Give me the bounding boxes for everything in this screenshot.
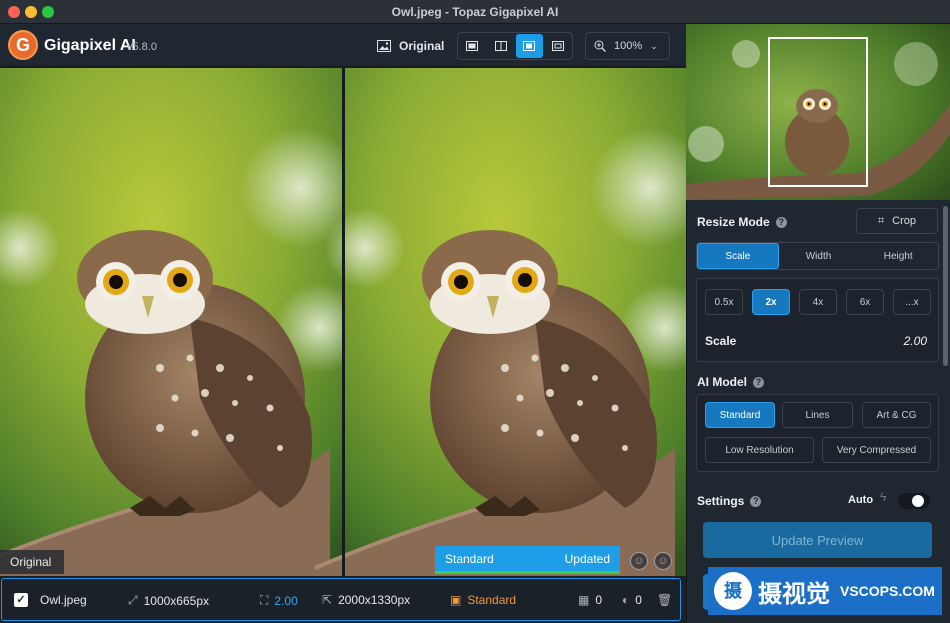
file-list-row[interactable]: ✓ Owl.jpeg ⤢ 1000x665px ⛶ 2.00 ⇱ 2000x13… (1, 578, 681, 621)
model-cell: ▣ Standard (450, 593, 516, 607)
help-icon[interactable]: ? (753, 376, 764, 388)
model-standard-button[interactable]: Standard (705, 402, 775, 428)
scale-option-6x[interactable]: 6x (846, 289, 884, 315)
tab-height[interactable]: Height (858, 243, 938, 269)
model-art-cg-button[interactable]: Art & CG (862, 402, 931, 428)
noise-icon: ▦ (578, 593, 590, 607)
delete-cell: 🗑 (657, 593, 672, 607)
tab-width[interactable]: Width (779, 243, 859, 269)
navigator-viewport-frame[interactable] (768, 37, 868, 187)
ai-model-label: AI Model (697, 375, 747, 389)
settings-label: Settings (697, 494, 745, 508)
preview-progress-bar (435, 571, 620, 574)
single-view-icon (466, 41, 479, 51)
file-checkbox[interactable]: ✓ (14, 593, 28, 607)
output-size: 2000x1330px (338, 593, 411, 607)
upscaled-image-half (313, 68, 686, 576)
original-image-label: Original (0, 550, 64, 574)
navigator-preview[interactable] (686, 24, 950, 200)
model-image-icon: ▣ (450, 593, 462, 607)
scale-option-2x[interactable]: 2x (752, 289, 790, 315)
gigapixel-logo: G (8, 30, 38, 60)
smile-icon: ☺ (633, 555, 645, 567)
tab-scale[interactable]: Scale (697, 243, 779, 269)
help-icon[interactable]: ? (775, 216, 787, 228)
chevron-down-icon: ⌄ (650, 40, 658, 51)
face-icon: ☺ (657, 555, 669, 567)
original-label: Original (399, 39, 445, 53)
trash-icon[interactable]: 🗑 (657, 593, 672, 607)
help-icon[interactable]: ? (750, 495, 762, 507)
file-model: Standard (467, 593, 517, 607)
input-size-cell: ⤢ 1000x665px (128, 593, 209, 608)
input-size-icon: ⤢ (128, 593, 138, 607)
show-original-button[interactable]: Original (377, 36, 444, 56)
preview-status-bar: Standard Updated (435, 546, 620, 574)
panel-scrollbar[interactable] (943, 206, 948, 366)
model-lines-button[interactable]: Lines (782, 402, 853, 428)
model-very-compressed-button[interactable]: Very Compressed (822, 437, 931, 463)
input-size: 1000x665px (143, 593, 209, 608)
crop-label: Crop (892, 215, 917, 227)
output-size-icon: ⇱ (322, 593, 333, 607)
file-select-cell: ✓ Owl.jpeg (14, 593, 87, 607)
ai-model-heading: AI Model ? (697, 375, 764, 389)
side-by-side-icon (523, 41, 536, 51)
split-view-icon (494, 41, 507, 51)
scale-option-custom[interactable]: ...x (893, 289, 931, 315)
watermark-cn-text: 摄视觉 (758, 579, 830, 608)
app-header: G Gigapixel AI v5.8.0 Original 100% ⌄ (0, 24, 686, 67)
app-version: v5.8.0 (127, 41, 157, 53)
comparison-divider[interactable] (342, 68, 345, 576)
lightning-icon: ϟ (880, 490, 887, 504)
resize-mode-tabs: Scale Width Height (696, 242, 939, 270)
noise-value: 0 (595, 593, 603, 607)
settings-heading: Settings ? (697, 494, 762, 508)
zoom-value: 100% (614, 40, 643, 52)
expand-icon: ⛶ (260, 593, 269, 607)
scale-value-field[interactable]: 2.00 (860, 334, 927, 348)
face-refine-button[interactable]: ☺ (630, 552, 648, 570)
noise-cell: ▦ 0 (578, 593, 602, 607)
file-name: Owl.jpeg (40, 593, 87, 607)
watermark-logo: 摄 (714, 572, 752, 610)
crop-button[interactable]: ⌗ Crop (856, 208, 938, 234)
view-split-button[interactable] (488, 34, 515, 58)
status-state: Updated (564, 552, 610, 566)
update-preview-button[interactable]: Update Preview (703, 522, 932, 558)
blur-value: 0 (635, 593, 642, 607)
resize-mode-label: Resize Mode (697, 215, 770, 229)
file-scale: 2.00 (274, 593, 298, 608)
watermark-en-text: VSCOPS.COM (840, 583, 935, 599)
auto-label: Auto (848, 494, 874, 506)
image-icon (377, 40, 391, 52)
zoom-control[interactable]: 100% ⌄ (585, 32, 670, 60)
output-size-cell: ⇱ 2000x1330px (322, 593, 410, 607)
window-title: Owl.jpeg - Topaz Gigapixel AI (391, 5, 559, 19)
scale-label: Scale (705, 334, 737, 348)
toggle-knob (912, 495, 924, 507)
blur-cell: ◐ 0 (622, 593, 642, 607)
grid-view-icon (551, 41, 564, 51)
face-compare-button[interactable]: ☺ (654, 552, 672, 570)
blur-icon: ◐ (622, 593, 630, 607)
view-single-button[interactable] (459, 34, 486, 58)
zoom-in-icon (594, 40, 606, 52)
status-model: Standard (445, 552, 494, 566)
app-name: Gigapixel AI (44, 37, 136, 54)
resize-mode-heading: Resize Mode ? (697, 215, 787, 229)
scale-cell: ⛶ 2.00 (260, 593, 298, 608)
crop-icon: ⌗ (877, 214, 885, 227)
view-side-by-side-button[interactable] (516, 34, 543, 58)
auto-toggle[interactable] (898, 493, 930, 509)
scale-option-0-5x[interactable]: 0.5x (705, 289, 743, 315)
title-bar: Owl.jpeg - Topaz Gigapixel AI (0, 0, 950, 24)
model-low-resolution-button[interactable]: Low Resolution (705, 437, 814, 463)
view-mode-group (457, 32, 573, 60)
watermark-banner: 摄 摄视觉 VSCOPS.COM (708, 567, 942, 615)
view-grid-button[interactable] (545, 34, 572, 58)
scale-option-4x[interactable]: 4x (799, 289, 837, 315)
original-image-half (0, 68, 342, 576)
